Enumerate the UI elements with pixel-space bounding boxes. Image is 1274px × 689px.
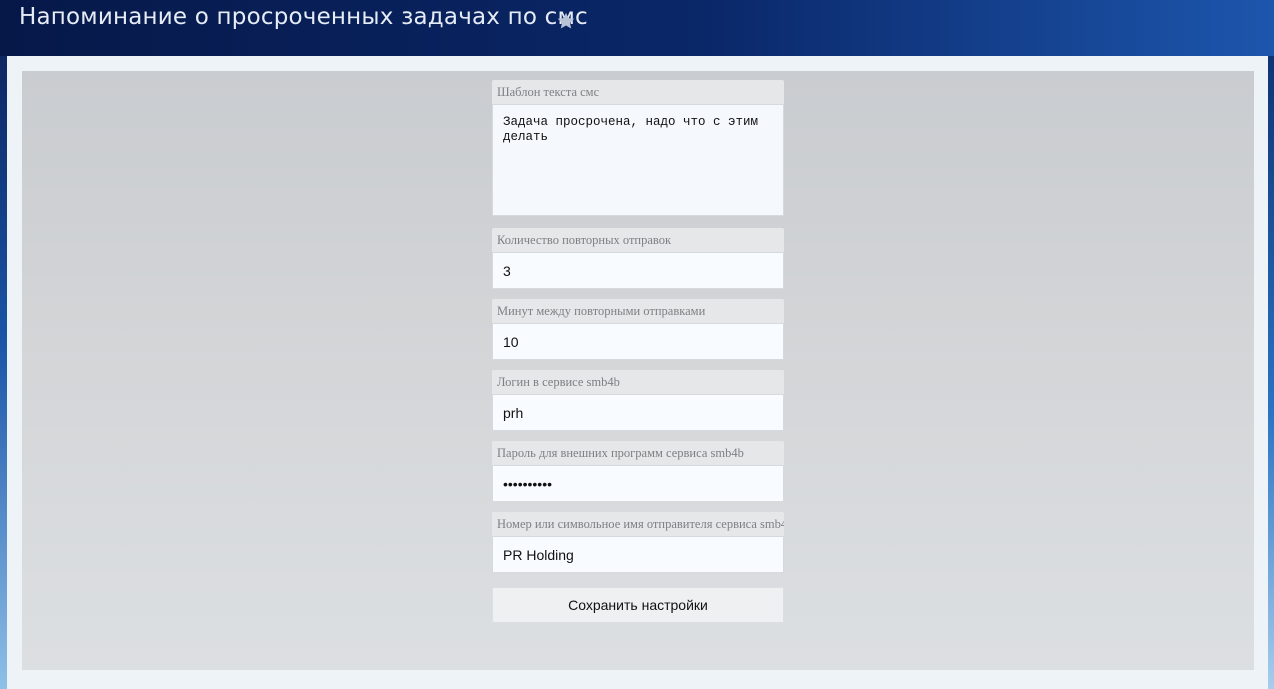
- retry-interval-input[interactable]: [492, 323, 784, 360]
- retry-count-group: Количество повторных отправок: [492, 228, 784, 289]
- sms-settings-form: Шаблон текста смс Задача просрочена, над…: [492, 80, 784, 623]
- template-label: Шаблон текста смс: [492, 80, 784, 104]
- sender-group: Номер или символьное имя отправителя сер…: [492, 512, 784, 573]
- login-group: Логин в сервисе smb4b: [492, 370, 784, 431]
- retry-interval-label: Минут между повторными отправками: [492, 299, 784, 323]
- retry-interval-group: Минут между повторными отправками: [492, 299, 784, 360]
- sender-input[interactable]: [492, 536, 784, 573]
- sender-label: Номер или символьное имя отправителя сер…: [492, 512, 784, 536]
- login-label: Логин в сервисе smb4b: [492, 370, 784, 394]
- template-textarea[interactable]: Задача просрочена, надо что с этим делат…: [492, 104, 784, 216]
- save-settings-button[interactable]: Сохранить настройки: [492, 587, 784, 623]
- star-icon[interactable]: [556, 11, 576, 31]
- password-label: Пароль для внешних программ сервиса smb4…: [492, 441, 784, 465]
- retry-count-label: Количество повторных отправок: [492, 228, 784, 252]
- password-input[interactable]: [492, 465, 784, 502]
- page-header: Напоминание о просроченных задачах по см…: [0, 0, 1274, 56]
- page-title: Напоминание о просроченных задачах по см…: [19, 4, 588, 30]
- login-input[interactable]: [492, 394, 784, 431]
- password-group: Пароль для внешних программ сервиса smb4…: [492, 441, 784, 502]
- retry-count-input[interactable]: [492, 252, 784, 289]
- template-group: Шаблон текста смс Задача просрочена, над…: [492, 80, 784, 216]
